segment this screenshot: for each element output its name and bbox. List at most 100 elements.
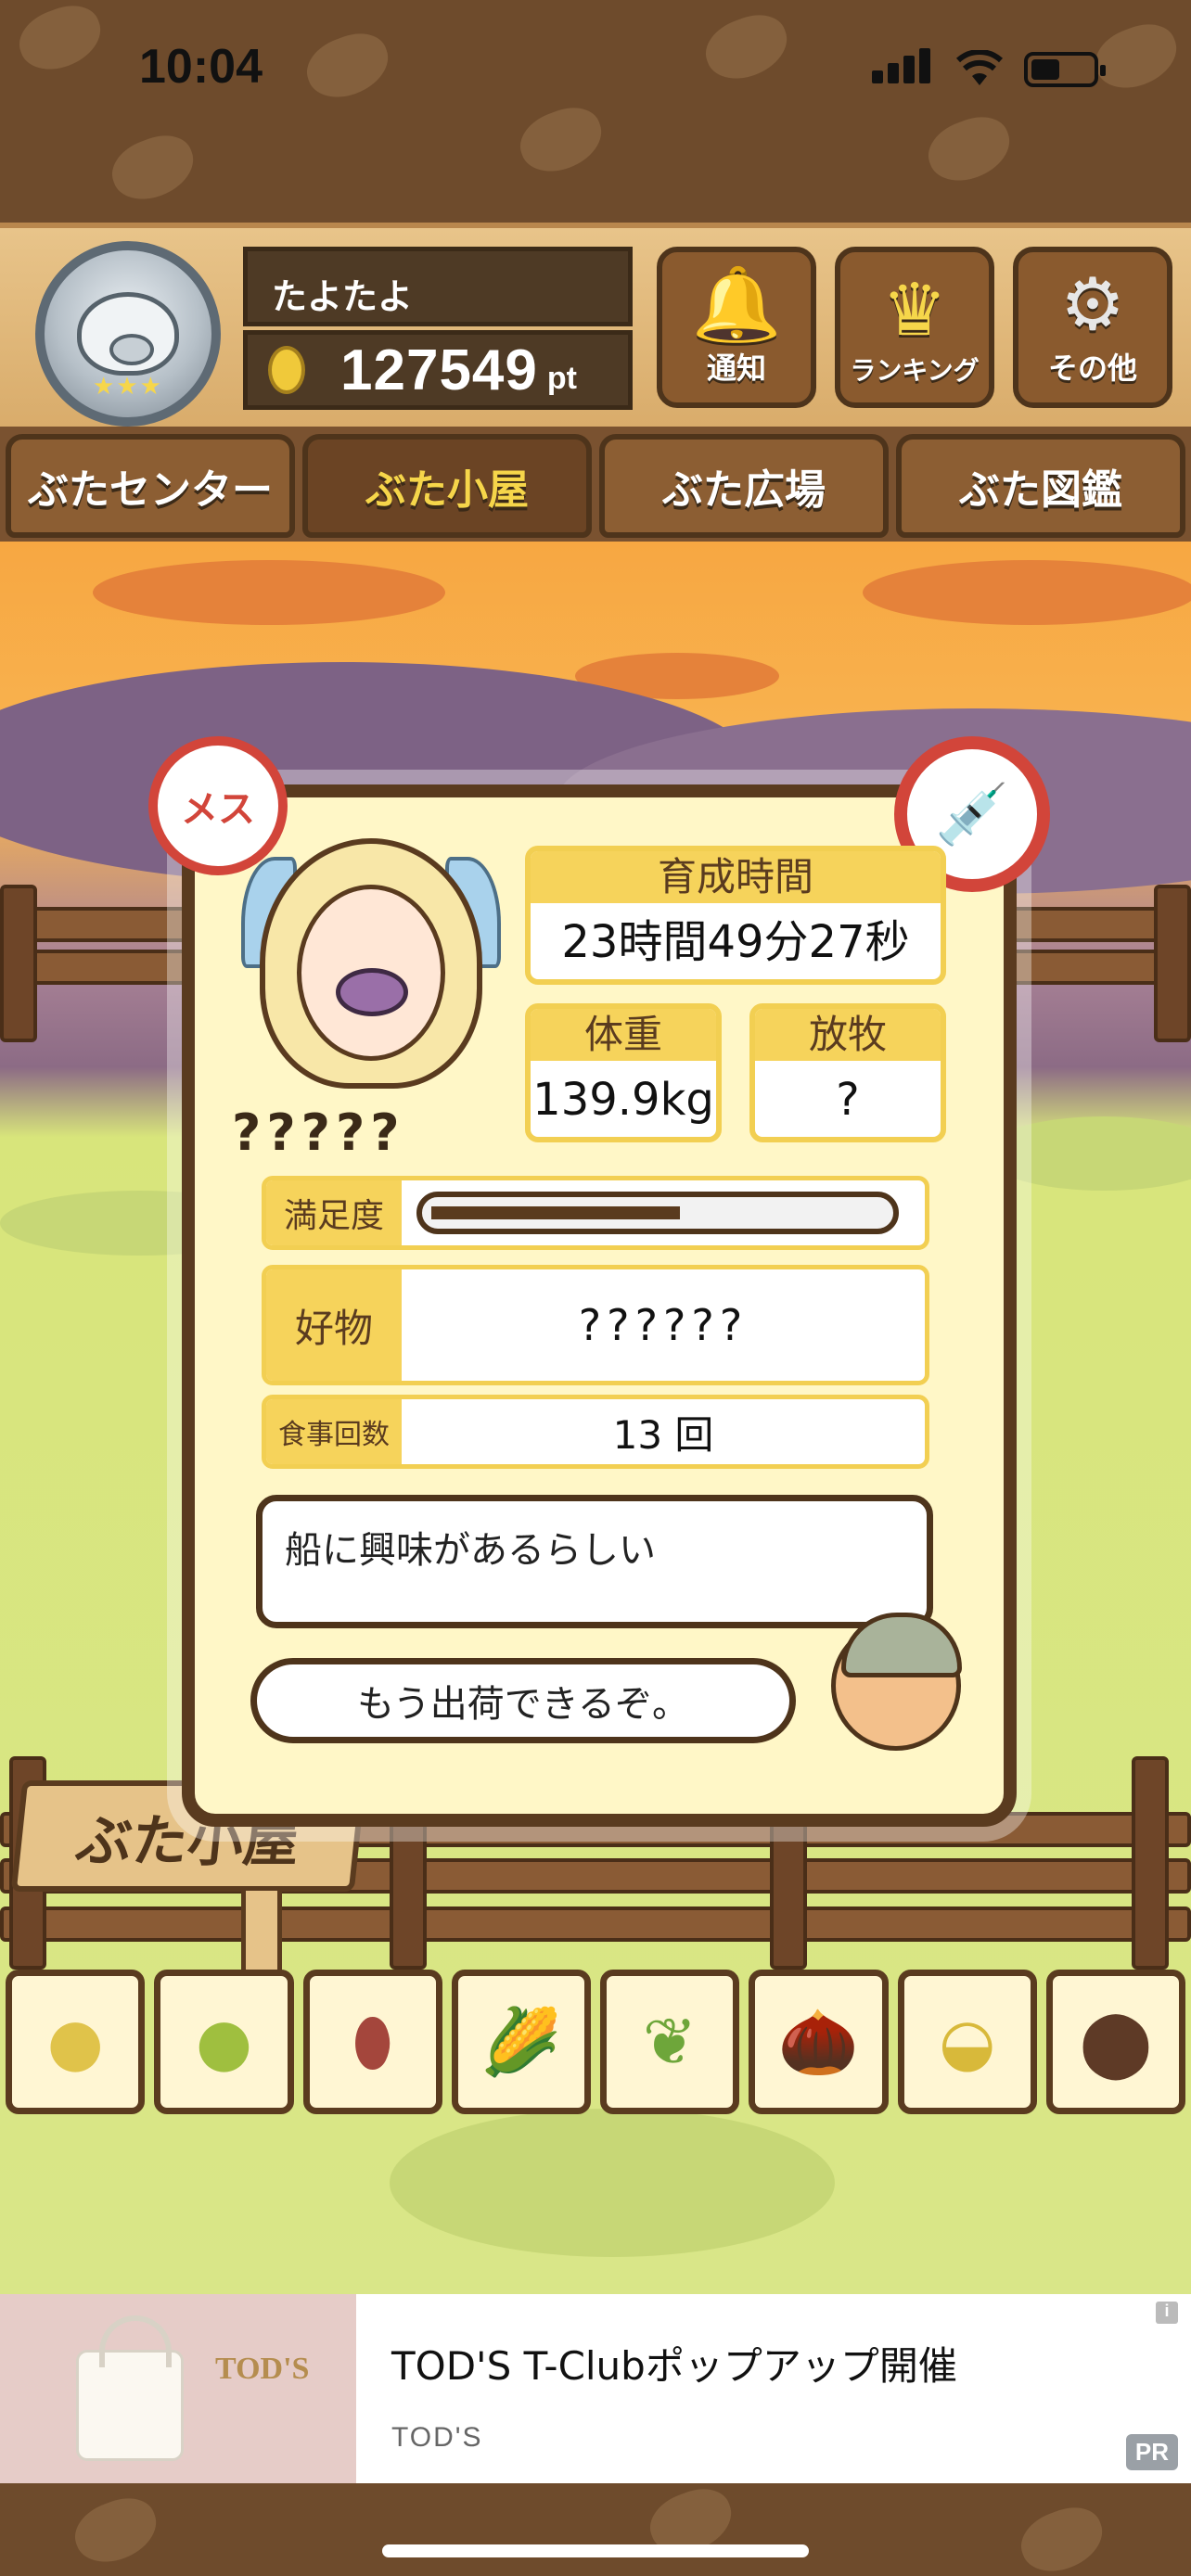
satisfaction-fill xyxy=(431,1206,680,1219)
food-grain-bowl[interactable]: ◒ xyxy=(897,1970,1037,2114)
status-time: 10:04 xyxy=(139,40,263,94)
farmer-avatar-icon xyxy=(831,1613,962,1751)
pig-snout xyxy=(336,968,408,1016)
other-menu-label: その他 xyxy=(1047,351,1137,386)
sign-post xyxy=(241,1886,282,1979)
ad-info-icon[interactable]: i xyxy=(1156,2302,1178,2324)
pig-comment-text: 船に興味があるらしい xyxy=(285,1529,656,1572)
player-name: たよたよ xyxy=(243,247,633,326)
main-tab-bar: ぶたセンター ぶた小屋 ぶた広場 ぶた図鑑 xyxy=(0,427,1191,542)
background-pattern xyxy=(698,6,796,89)
acorn-icon: 🌰 xyxy=(777,2003,859,2080)
bottom-band xyxy=(0,2483,1191,2576)
cloud xyxy=(93,560,445,625)
grazing-label: 放牧 xyxy=(755,1009,941,1061)
weight-value: 139.9kg xyxy=(532,1074,714,1126)
ad-thumbnail[interactable]: TOD'S xyxy=(0,2294,356,2483)
gear-icon: ⚙ xyxy=(1060,263,1125,347)
tab-buta-zukan[interactable]: ぶた図鑑 xyxy=(896,434,1185,538)
points-value: 127549 xyxy=(340,338,538,402)
satisfaction-gauge xyxy=(402,1180,925,1245)
food-leaf-berries[interactable]: ❦ xyxy=(600,1970,740,2114)
cellular-signal-icon xyxy=(872,48,935,87)
meal-count-value: 13 回 xyxy=(612,1411,714,1458)
fence-post xyxy=(1154,885,1191,1042)
pig-name: ????? xyxy=(232,1103,405,1162)
ranking-button[interactable]: ♛ ランキング xyxy=(835,247,994,408)
background-pattern xyxy=(104,126,202,210)
raising-time-label: 育成時間 xyxy=(531,851,941,903)
ranking-label: ランキング xyxy=(850,355,980,386)
ad-pr-badge: PR xyxy=(1125,2434,1178,2470)
pig-face-icon xyxy=(77,292,179,376)
status-bar-area: 10:04 xyxy=(0,0,1191,223)
pig-portrait[interactable] xyxy=(241,829,501,1116)
meal-count-row: 食事回数 13 回 xyxy=(262,1395,929,1469)
ad-title[interactable]: TOD'S T-Clubポップアップ開催 xyxy=(391,2335,957,2391)
female-gender-icon: メス xyxy=(148,736,288,875)
tab-buta-center[interactable]: ぶたセンター xyxy=(6,434,295,538)
bell-icon: 🔔 xyxy=(691,263,782,347)
background-pattern xyxy=(1087,15,1185,98)
battery-icon xyxy=(1024,52,1106,87)
meatball-plate-icon: ⬤ xyxy=(1079,2004,1153,2080)
handbag-image xyxy=(76,2315,184,2461)
favorite-food-row: 好物 ?????? xyxy=(262,1265,929,1385)
food-tray: ● ● ⬮ 🌽 ❦ 🌰 ◒ ⬤ xyxy=(0,1970,1191,2123)
pig-comment-bubble: 船に興味があるらしい xyxy=(256,1495,933,1628)
background-pattern xyxy=(299,24,397,108)
fence-post xyxy=(0,885,37,1042)
ad-sponsor: TOD'S xyxy=(391,2422,483,2453)
rank-stars-icon: ★★★ xyxy=(93,373,163,401)
meal-count-label: 食事回数 xyxy=(266,1399,402,1464)
background-pattern xyxy=(1013,2498,1111,2576)
crown-icon: ♛ xyxy=(882,269,947,352)
tab-buta-koya[interactable]: ぶた小屋 xyxy=(302,434,592,538)
weight-box: 体重 139.9kg xyxy=(525,1003,722,1142)
leaf-berries-icon: ❦ xyxy=(642,2004,698,2080)
food-sweet-potato[interactable]: ⬮ xyxy=(302,1970,442,2114)
coin-icon xyxy=(268,346,305,394)
points-display: 127549 pt xyxy=(243,330,633,410)
status-icons xyxy=(872,48,1106,87)
wifi-icon xyxy=(955,50,1004,85)
favorite-label: 好物 xyxy=(266,1269,402,1381)
cloud xyxy=(863,560,1191,625)
fence-rail xyxy=(0,1906,1191,1942)
grass-patch xyxy=(390,2109,835,2257)
soybean-pile-icon: ● xyxy=(46,2004,104,2080)
points-unit: pt xyxy=(546,360,577,396)
mixed-beans-icon: ● xyxy=(195,2004,252,2080)
ad-brand-logo: TOD'S xyxy=(215,2352,310,2386)
food-mixed-beans[interactable]: ● xyxy=(154,1970,294,2114)
raising-time-box: 育成時間 23時間49分27秒 xyxy=(525,846,946,985)
grazing-value: ? xyxy=(836,1074,860,1126)
farmer-comment-bubble: もう出荷できるぞ。 xyxy=(250,1658,796,1743)
home-indicator[interactable] xyxy=(382,2544,809,2557)
food-soybean-pile[interactable]: ● xyxy=(6,1970,146,2114)
gender-label: メス xyxy=(181,788,255,831)
corn-icon: 🌽 xyxy=(480,2003,562,2080)
tab-buta-hiroba[interactable]: ぶた広場 xyxy=(599,434,889,538)
player-rank-badge[interactable]: ★★★ xyxy=(35,241,221,427)
sweet-potato-icon: ⬮ xyxy=(352,2003,393,2080)
raising-time-value: 23時間49分27秒 xyxy=(561,916,910,968)
notification-label: 通知 xyxy=(706,351,766,386)
background-pattern xyxy=(11,0,109,80)
weight-label: 体重 xyxy=(531,1009,716,1061)
grain-bowl-icon: ◒ xyxy=(939,2004,996,2080)
background-pattern xyxy=(512,98,610,182)
background-pattern xyxy=(67,2489,165,2572)
grazing-box[interactable]: 放牧 ? xyxy=(749,1003,946,1142)
food-meatball-plate[interactable]: ⬤ xyxy=(1045,1970,1185,2114)
food-corn[interactable]: 🌽 xyxy=(451,1970,591,2114)
farmer-comment-text: もう出荷できるぞ。 xyxy=(357,1683,689,1726)
notification-button[interactable]: 🔔 通知 xyxy=(657,247,816,408)
header-bar: ★★★ たよたよ 127549 pt 🔔 通知 ♛ ランキング ⚙ その他 xyxy=(0,223,1191,427)
food-acorn[interactable]: 🌰 xyxy=(749,1970,889,2114)
satisfaction-label: 満足度 xyxy=(266,1180,402,1245)
other-menu-button[interactable]: ⚙ その他 xyxy=(1013,247,1172,408)
satisfaction-bar xyxy=(416,1192,899,1234)
ad-banner[interactable]: TOD'S TOD'S T-Clubポップアップ開催 TOD'S i PR xyxy=(0,2294,1191,2483)
pig-pen-scene: ぶた小屋 ????? メス 💉 育成時間 23時間49分27秒 体重 139.9… xyxy=(0,542,1191,2294)
